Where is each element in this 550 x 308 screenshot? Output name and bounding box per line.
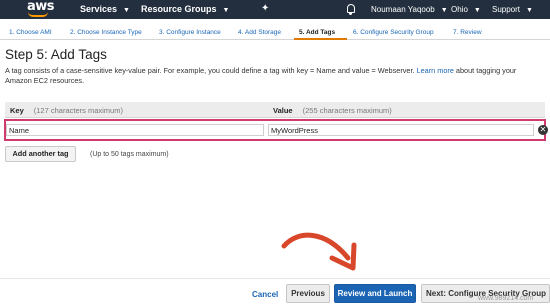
remove-tag-icon[interactable]: ✕ (538, 125, 548, 135)
value-header-hint: (255 characters maximum) (302, 106, 392, 115)
support-menu[interactable]: Support ▼ (492, 5, 533, 14)
chevron-down-icon: ▼ (222, 7, 230, 14)
user-menu[interactable]: Noumaan Yaqoob ▼ (371, 5, 448, 14)
services-menu[interactable]: Services ▼ (80, 4, 130, 14)
tag-row-highlight: Name MyWordPress ✕ (4, 119, 548, 141)
key-header-label: Key (10, 106, 24, 115)
tags-table-header: Key (127 characters maximum) Value (255 ch… (5, 102, 545, 118)
description-text-line2: Amazon EC2 resources. (5, 76, 85, 85)
watermark-text: www.989214.com (478, 295, 534, 302)
bell-icon[interactable] (347, 4, 355, 15)
step-add-tags[interactable]: 5. Add Tags (299, 29, 335, 36)
active-step-indicator (294, 38, 347, 40)
step-add-storage[interactable]: 4. Add Storage (238, 29, 281, 36)
step-configure-security-group[interactable]: 6. Configure Security Group (353, 29, 434, 36)
aws-logo-smile-icon (28, 12, 48, 17)
learn-more-link[interactable]: Learn more (417, 66, 454, 75)
step-configure-instance[interactable]: 3. Configure Instance (159, 29, 221, 36)
value-header-label: Value (273, 106, 293, 115)
top-navigation-bar: aws Services ▼ Resource Groups ▼ ✦ Noumaan… (0, 0, 550, 19)
support-label: Support (492, 5, 521, 14)
key-header-hint: (127 characters maximum) (33, 106, 123, 115)
value-column-header: Value (255 characters maximum) (273, 106, 392, 115)
tag-key-input[interactable]: Name (6, 124, 264, 136)
page-title: Step 5: Add Tags (5, 47, 107, 62)
region-menu[interactable]: Ohio ▼ (451, 5, 481, 14)
resource-groups-label: Resource Groups (141, 4, 217, 14)
services-label: Services (80, 4, 118, 14)
step-review[interactable]: 7. Review (453, 29, 482, 36)
tag-value-input[interactable]: MyWordPress (268, 124, 534, 136)
pin-icon[interactable]: ✦ (261, 3, 269, 14)
description-text: A tag consists of a case-sensitive key-v… (5, 66, 415, 75)
review-and-launch-button[interactable]: Review and Launch (334, 284, 416, 303)
wizard-steps: 1. Choose AMI 2. Choose Instance Type 3.… (0, 24, 550, 40)
annotation-arrow-icon (281, 232, 357, 271)
step-choose-ami[interactable]: 1. Choose AMI (9, 29, 52, 36)
add-another-tag-button[interactable]: Add another tag (5, 146, 76, 162)
step-choose-instance-type[interactable]: 2. Choose Instance Type (70, 29, 142, 36)
tags-limit-hint: (Up to 50 tags maximum) (90, 151, 169, 158)
user-name: Noumaan Yaqoob (371, 5, 435, 14)
region-label: Ohio (451, 5, 468, 14)
resource-groups-menu[interactable]: Resource Groups ▼ (141, 4, 229, 14)
cancel-link[interactable]: Cancel (252, 290, 278, 299)
chevron-down-icon: ▼ (440, 7, 448, 14)
key-column-header: Key (127 characters maximum) (10, 106, 123, 115)
page-description: A tag consists of a case-sensitive key-v… (5, 66, 550, 86)
chevron-down-icon: ▼ (473, 7, 481, 14)
previous-button[interactable]: Previous (286, 284, 330, 303)
chevron-down-icon: ▼ (526, 7, 533, 14)
description-text-end: about tagging your (453, 66, 517, 75)
chevron-down-icon: ▼ (123, 7, 130, 14)
footer-divider (0, 278, 550, 279)
